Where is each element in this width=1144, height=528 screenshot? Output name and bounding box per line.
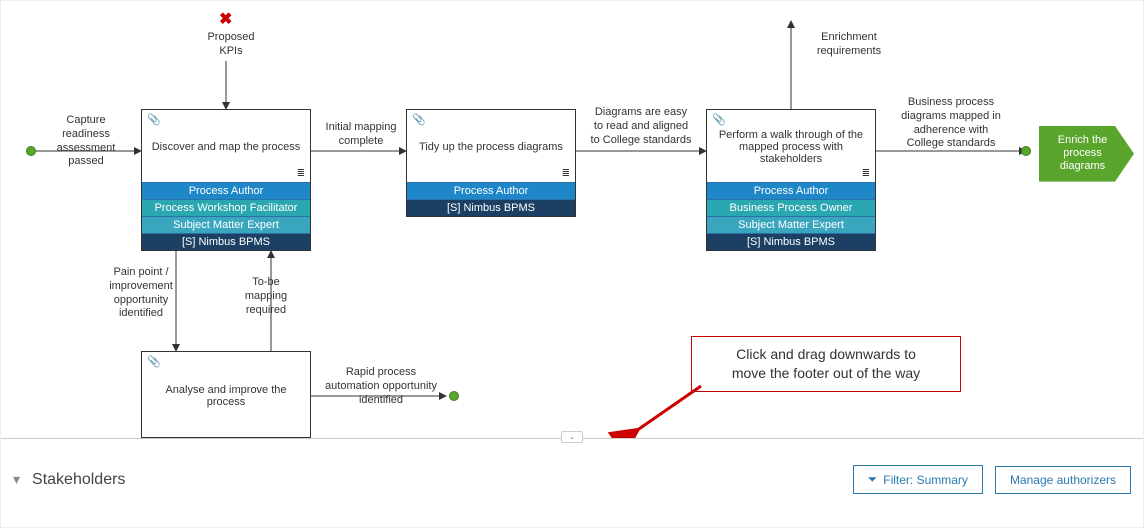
node-title: Analyse and improve the process	[148, 384, 304, 408]
kpi-input-label: Proposed KPIs	[201, 31, 261, 59]
start-node	[26, 146, 36, 156]
attachment-icon: 📎	[412, 113, 426, 126]
input-label: Capture readiness assessment passed	[46, 114, 126, 169]
role-badge: [S] Nimbus BPMS	[407, 199, 575, 216]
role-badge: Process Workshop Facilitator	[142, 199, 310, 216]
role-badge: [S] Nimbus BPMS	[707, 233, 875, 250]
edge-label-pain-point: Pain point / improvement opportunity ide…	[101, 266, 181, 321]
footer-title: Stakeholders	[32, 471, 125, 489]
instruction-callout: Click and drag downwards to move the foo…	[691, 336, 961, 392]
manage-label: Manage authorizers	[1010, 473, 1116, 487]
attachment-icon: 📎	[147, 355, 161, 368]
end-dot-rapid	[449, 391, 459, 401]
role-badge: Business Process Owner	[707, 199, 875, 216]
node-tidy[interactable]: 📎 Tidy up the process diagrams ≣ Process…	[406, 109, 576, 217]
close-icon: ✖	[219, 9, 232, 29]
node-title: Discover and map the process	[152, 141, 301, 153]
node-title: Tidy up the process diagrams	[419, 141, 563, 153]
role-badge: [S] Nimbus BPMS	[142, 233, 310, 250]
edge-label-adherence: Business process diagrams mapped in adhe…	[891, 96, 1011, 151]
notes-icon: ≣	[562, 169, 570, 179]
notes-icon: ≣	[297, 169, 305, 179]
role-badge: Subject Matter Expert	[142, 216, 310, 233]
footer-drag-handle[interactable]: ⌄	[561, 431, 583, 443]
role-badge: Process Author	[407, 182, 575, 199]
node-discover[interactable]: 📎 Discover and map the process ≣ Process…	[141, 109, 311, 251]
node-analyse[interactable]: 📎 Analyse and improve the process	[141, 351, 311, 438]
filter-label: Filter: Summary	[883, 473, 968, 487]
role-badge: Process Author	[142, 182, 310, 199]
node-walkthrough[interactable]: 📎 Perform a walk through of the mapped p…	[706, 109, 876, 251]
node-title: Perform a walk through of the mapped pro…	[713, 129, 869, 165]
edge-label-rapid: Rapid process automation opportunity ide…	[316, 366, 446, 407]
end-node-enrich[interactable]: Enrich the process diagrams	[1039, 126, 1134, 182]
role-badge: Process Author	[707, 182, 875, 199]
process-diagram: Capture readiness assessment passed ✖ Pr…	[1, 1, 1143, 438]
footer-panel: ⌄ ▾ Stakeholders ⏷ Filter: Summary Manag…	[1, 437, 1143, 527]
role-badge: Subject Matter Expert	[707, 216, 875, 233]
edge-label-initial-mapping: Initial mapping complete	[316, 121, 406, 149]
collapse-caret-icon[interactable]: ▾	[13, 471, 20, 488]
attachment-icon: 📎	[147, 113, 161, 126]
canvas: Capture readiness assessment passed ✖ Pr…	[0, 0, 1144, 528]
edge-label-tobe: To-be mapping required	[231, 276, 301, 317]
edge-label-enrichment: Enrichment requirements	[804, 31, 894, 59]
filter-button[interactable]: ⏷ Filter: Summary	[853, 465, 983, 494]
edge-label-easy-read: Diagrams are easy to read and aligned to…	[581, 106, 701, 147]
notes-icon: ≣	[862, 169, 870, 179]
manage-authorizers-button[interactable]: Manage authorizers	[995, 466, 1131, 494]
filter-icon: ⏷	[868, 472, 878, 487]
end-node-dot	[1021, 146, 1031, 156]
attachment-icon: 📎	[712, 113, 726, 126]
